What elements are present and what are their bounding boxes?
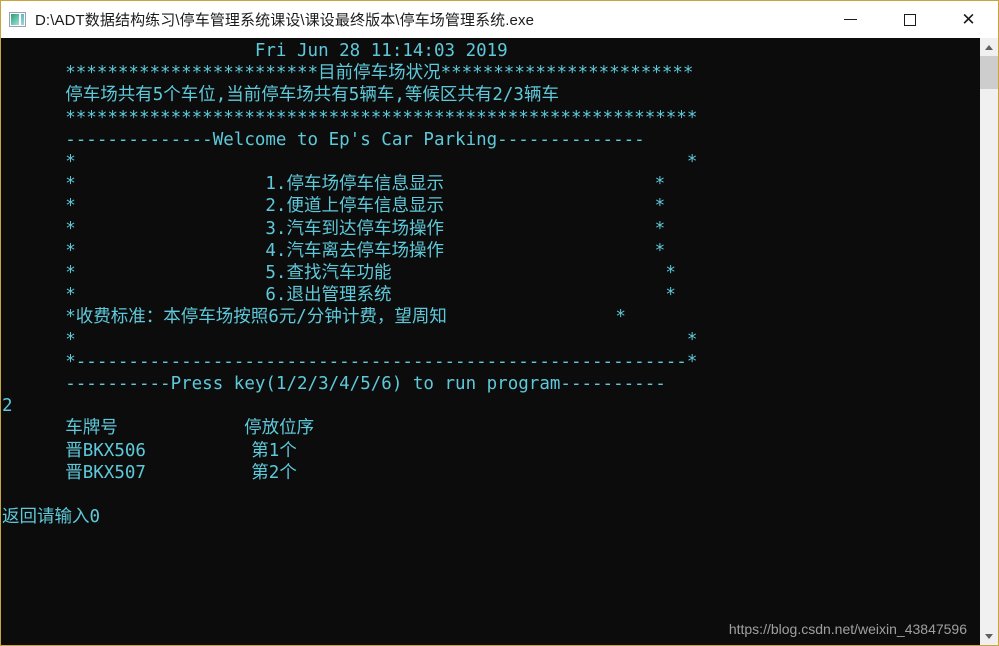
title-bar[interactable]: D:\ADT数据结构练习\停车管理系统课设\课设最终版本\停车场管理系统.exe… — [1, 1, 998, 38]
app-icon-fill — [11, 14, 19, 25]
scrollbar-thumb[interactable] — [980, 56, 998, 89]
maximize-button[interactable] — [880, 1, 939, 38]
maximize-icon — [903, 13, 916, 26]
console-text: Fri Jun 28 11:14:03 2019 ***************… — [2, 41, 698, 528]
console-output-area[interactable]: Fri Jun 28 11:14:03 2019 ***************… — [1, 38, 980, 645]
window-title: D:\ADT数据结构练习\停车管理系统课设\课设最终版本\停车场管理系统.exe — [35, 12, 535, 29]
scrollbar-up-button[interactable] — [980, 38, 998, 56]
app-icon-accent — [21, 14, 24, 25]
console-window: D:\ADT数据结构练习\停车管理系统课设\课设最终版本\停车场管理系统.exe… — [0, 0, 999, 646]
minimize-icon — [844, 19, 857, 20]
watermark-text: https://blog.csdn.net/weixin_43847596 — [728, 621, 967, 637]
close-icon: ✕ — [961, 9, 976, 29]
close-button[interactable]: ✕ — [939, 1, 998, 38]
chevron-up-icon — [985, 44, 993, 50]
scrollbar-track[interactable] — [980, 89, 998, 627]
chevron-down-icon — [985, 633, 993, 639]
scrollbar-down-button[interactable] — [980, 627, 998, 645]
window-controls: ✕ — [821, 1, 998, 38]
minimize-button[interactable] — [821, 1, 880, 38]
console-body: Fri Jun 28 11:14:03 2019 ***************… — [1, 38, 998, 645]
vertical-scrollbar[interactable] — [980, 38, 998, 645]
console-app-icon[interactable] — [9, 12, 26, 27]
